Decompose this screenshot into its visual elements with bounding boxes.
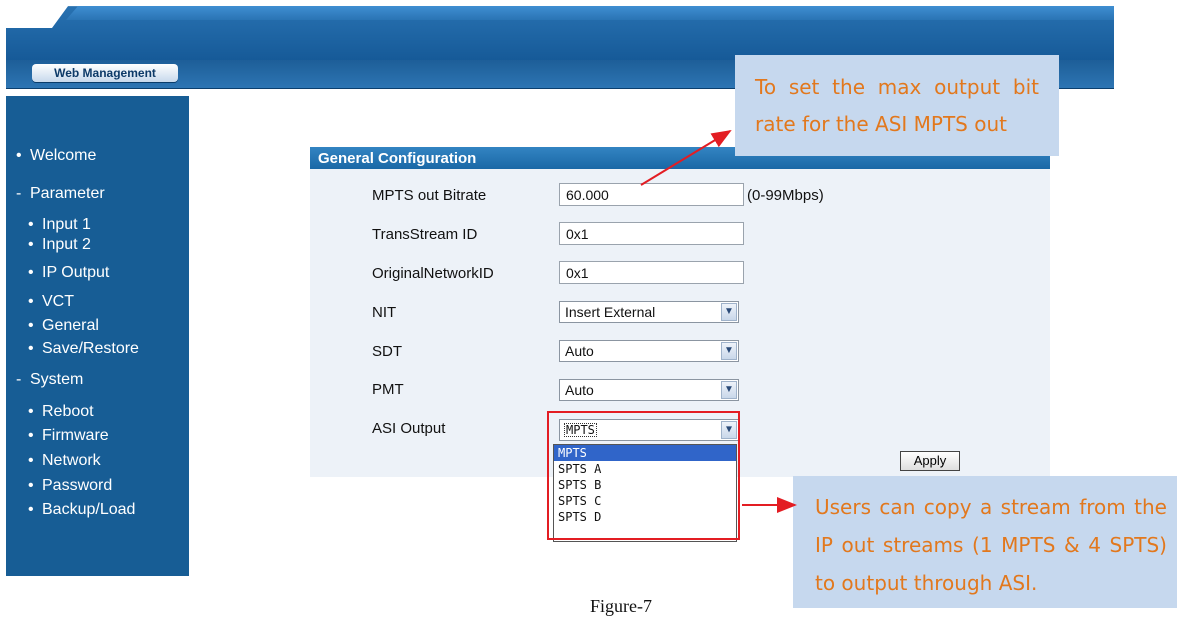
red-arrow-icon xyxy=(640,129,732,186)
annotation-arrows xyxy=(640,129,797,513)
figure-caption: Figure-7 xyxy=(590,596,652,616)
